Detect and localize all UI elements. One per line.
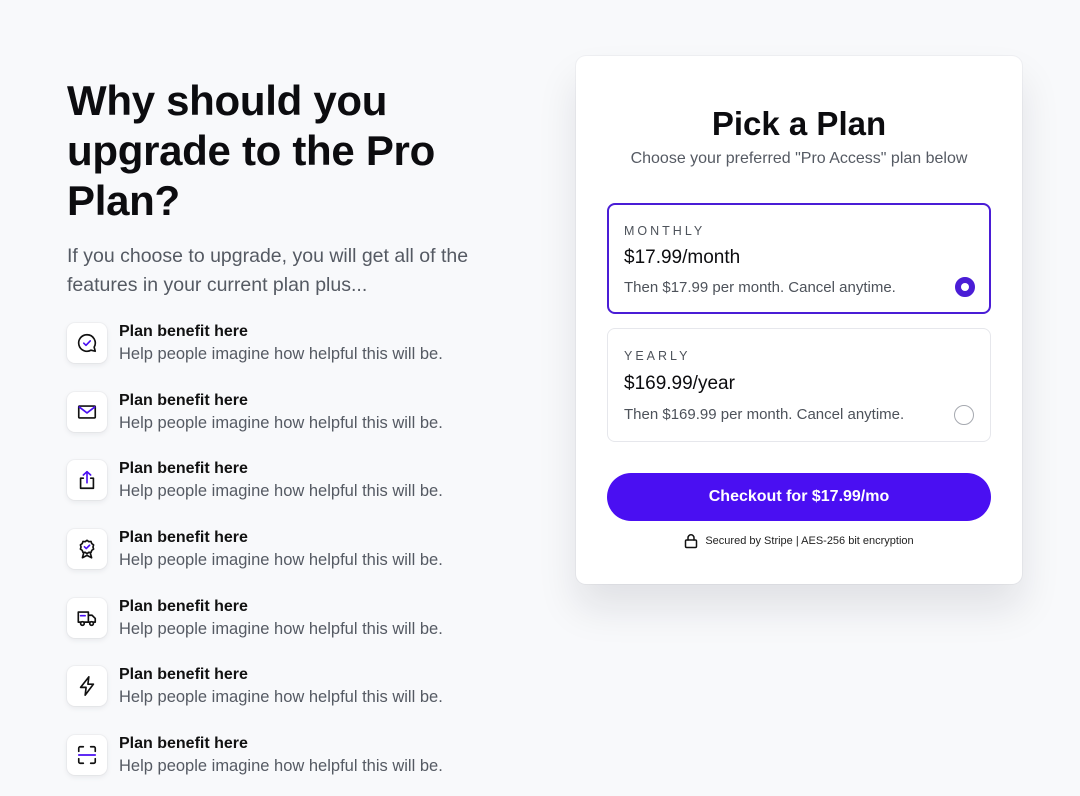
benefit-item: Plan benefit here Help people imagine ho… <box>67 322 537 391</box>
plan-label: MONTHLY <box>624 224 706 238</box>
benefit-description: Help people imagine how helpful this wil… <box>119 482 443 501</box>
lock-icon <box>685 534 698 549</box>
benefit-description: Help people imagine how helpful this wil… <box>119 757 443 776</box>
plan-option-yearly[interactable]: YEARLY $169.99/year Then $169.99 per mon… <box>607 328 991 442</box>
benefit-item: Plan benefit here Help people imagine ho… <box>67 597 537 666</box>
truck-icon <box>67 597 107 638</box>
card-subtitle: Choose your preferred "Pro Access" plan … <box>630 150 968 167</box>
benefit-description: Help people imagine how helpful this wil… <box>119 345 443 363</box>
benefit-description: Help people imagine how helpful this wil… <box>119 688 443 707</box>
award-icon <box>67 529 107 570</box>
message-check-icon <box>67 323 107 363</box>
checkout-button[interactable]: Checkout for $17.99/mo <box>607 473 991 521</box>
pricing-card: Pick a Plan Choose your preferred "Pro A… <box>576 56 1022 584</box>
mail-icon <box>67 391 107 432</box>
benefit-title: Plan benefit here <box>119 666 248 684</box>
benefit-item: Plan benefit here Help people imagine ho… <box>67 459 537 528</box>
radio-yearly[interactable] <box>954 405 974 425</box>
card-title: Pick a Plan <box>711 105 887 142</box>
lightning-icon <box>67 666 107 707</box>
benefit-description: Help people imagine how helpful this wil… <box>119 551 443 570</box>
radio-monthly[interactable] <box>955 277 975 297</box>
benefit-title: Plan benefit here <box>119 323 248 340</box>
plan-note: Then $17.99 per month. Cancel anytime. <box>624 279 896 296</box>
secure-note: Secured by Stripe | AES-256 bit encrypti… <box>576 533 1022 549</box>
benefit-description: Help people imagine how helpful this wil… <box>119 413 443 432</box>
benefit-description: Help people imagine how helpful this wil… <box>119 619 443 638</box>
benefit-title: Plan benefit here <box>119 597 248 615</box>
share-icon <box>67 460 107 501</box>
benefits-panel: Why should you upgrade to the Pro Plan? … <box>67 76 537 796</box>
benefit-item: Plan benefit here Help people imagine ho… <box>67 734 537 796</box>
benefit-item: Plan benefit here Help people imagine ho… <box>67 665 537 734</box>
scan-icon <box>67 735 107 776</box>
page-headline: Why should you upgrade to the Pro Plan? <box>67 77 435 224</box>
plan-option-monthly[interactable]: MONTHLY $17.99/month Then $17.99 per mon… <box>607 203 991 314</box>
benefit-title: Plan benefit here <box>119 529 248 547</box>
secure-text: Secured by Stripe | AES-256 bit encrypti… <box>705 535 914 547</box>
plan-note: Then $169.99 per month. Cancel anytime. <box>624 406 905 423</box>
benefit-item: Plan benefit here Help people imagine ho… <box>67 528 537 597</box>
plan-label: YEARLY <box>624 349 691 363</box>
benefit-list: Plan benefit here Help people imagine ho… <box>67 322 537 796</box>
intro-text: If you choose to upgrade, you will get a… <box>67 245 469 296</box>
plan-price: $169.99/year <box>624 373 735 394</box>
benefit-title: Plan benefit here <box>119 460 248 478</box>
benefit-title: Plan benefit here <box>119 735 248 753</box>
plan-price: $17.99/month <box>624 247 741 268</box>
benefit-title: Plan benefit here <box>119 391 248 409</box>
benefit-item: Plan benefit here Help people imagine ho… <box>67 391 537 460</box>
